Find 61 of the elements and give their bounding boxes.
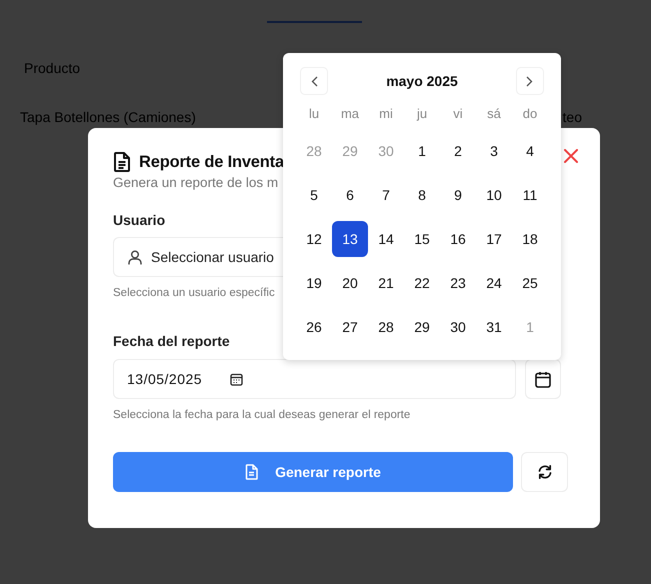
document-icon [113,152,131,172]
field-hint: Selecciona un usuario específic [113,287,276,299]
calendar-day[interactable]: 31 [476,309,512,345]
calendar-day[interactable]: 3 [476,133,512,169]
calendar-day[interactable]: 15 [404,221,440,257]
field-label: Fecha del reporte [113,333,231,349]
calendar-day[interactable]: 29 [404,309,440,345]
weekday-label: do [522,105,538,123]
table-cell: Tapa Botellones (Camiones) [20,109,196,125]
weekday-label: ma [340,105,360,123]
month-title: mayo 2025 [386,73,458,89]
calendar-day[interactable]: 8 [404,177,440,213]
calendar-day[interactable]: 2 [440,133,476,169]
calendar-day[interactable]: 4 [512,133,548,169]
weekday-label: lu [308,105,320,123]
calendar-day[interactable]: 21 [368,265,404,301]
calendar-day[interactable]: 23 [440,265,476,301]
calendar-day[interactable]: 1 [404,133,440,169]
table-cell: teo [562,109,582,125]
calendar-day[interactable]: 10 [476,177,512,213]
calendar-icon [535,370,551,388]
calendar-day[interactable]: 28 [368,309,404,345]
weekday-label: sá [487,105,501,123]
calendar-day[interactable]: 22 [404,265,440,301]
calendar-day[interactable]: 13 [332,221,368,257]
calendar-day[interactable]: 9 [440,177,476,213]
field-hint: Selecciona la fecha para la cual deseas generar el reporte [113,409,412,421]
dialog-title: Reporte de Inventa [139,152,284,172]
calendar-day[interactable]: 17 [476,221,512,257]
calendar-icon[interactable] [230,372,244,386]
document-icon [245,464,258,480]
calendar-day[interactable]: 27 [332,309,368,345]
calendar-button[interactable] [525,359,561,399]
user-icon [128,250,142,264]
calendar-day[interactable]: 18 [512,221,548,257]
weekday-label: vi [453,105,463,123]
calendar-day[interactable]: 25 [512,265,548,301]
refresh-icon [536,464,552,480]
field-label: Usuario [113,212,166,228]
weekday-label: mi [379,105,393,123]
close-icon[interactable] [564,149,578,163]
calendar-day[interactable]: 5 [296,177,332,213]
calendar-day[interactable]: 14 [368,221,404,257]
generate-report-button[interactable]: Generar reporte [113,452,513,492]
calendar-day[interactable]: 20 [332,265,368,301]
calendar-day[interactable]: 30 [440,309,476,345]
user-select[interactable]: Seleccionar usuario [113,237,283,277]
weekday-label: ju [416,105,428,123]
calendar-day[interactable]: 16 [440,221,476,257]
calendar-day[interactable]: 24 [476,265,512,301]
calendar-day[interactable]: 26 [296,309,332,345]
dialog-subtitle: Genera un reporte de los m [113,175,280,190]
chevron-right-icon [526,76,534,86]
calendar-day[interactable]: 19 [296,265,332,301]
calendar-day[interactable]: 6 [332,177,368,213]
chevron-left-icon [310,76,318,86]
calendar-day[interactable]: 11 [512,177,548,213]
calendar-day[interactable]: 12 [296,221,332,257]
column-header: Producto [24,60,80,76]
calendar-day[interactable]: 7 [368,177,404,213]
refresh-button[interactable] [521,452,568,492]
